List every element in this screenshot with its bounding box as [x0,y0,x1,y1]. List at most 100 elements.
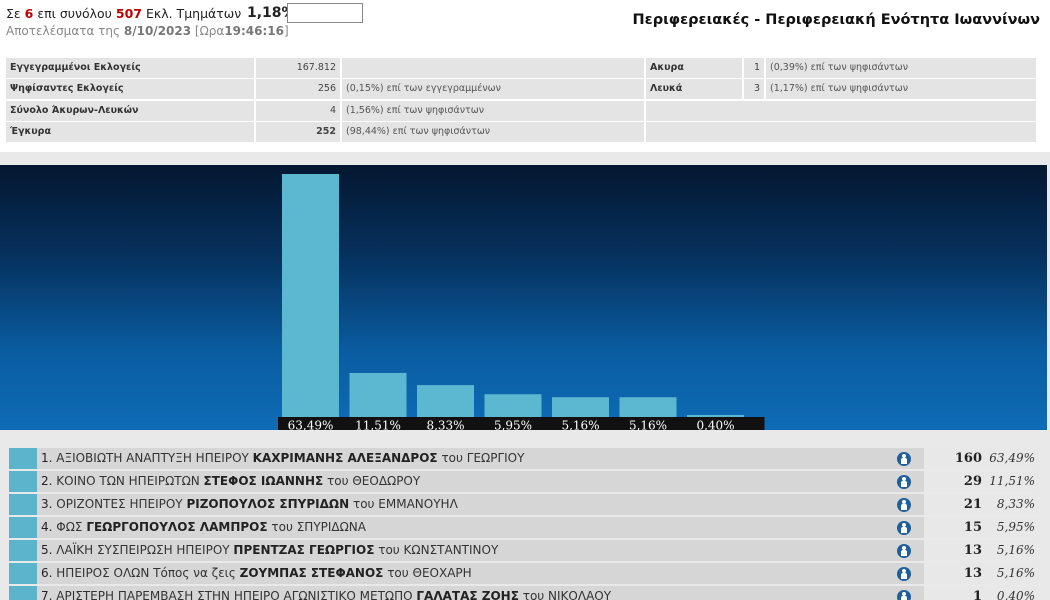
progress-prefix: Σε [6,6,21,21]
candidate-name: ΓΕΩΡΓΟΠΟΥΛΟΣ ΛΑΜΠΡΟΣ [86,520,268,534]
stats-note: (1,17%) επί των ψηφισάντων [766,79,1036,100]
stats-row: Εγγεγραμμένοι Εκλογείς 167.812 [6,58,644,78]
stats-row: Έγκυρα 252 (98,44%) επί των ψηφισάντων [6,121,644,142]
results-time-prefix: [Ωρα [194,24,225,38]
party-name: ΗΠΕΙΡΟΣ ΟΛΩΝ Τόπος να ζεις [56,566,236,580]
candidate-votes: 13 [924,563,986,584]
stats-note: (1,56%) επί των ψηφισάντων [342,100,644,121]
stats-table-right: Ακυρα 1 (0,39%) επί των ψηφισάντων Λευκά… [646,58,1036,143]
candidate-father: του ΓΕΩΡΓΙΟΥ [441,451,525,465]
person-icon[interactable] [897,451,911,466]
progress-line: Σε 6 επι συνόλου 507 Εκλ. Τμημάτων [6,6,241,21]
candidate-details-cell[interactable] [884,494,924,515]
party-name: ΛΑΪΚΗ ΣΥΣΠΕΙΡΩΣΗ ΗΠΕΙΡΟΥ [56,543,230,557]
candidate-details-cell[interactable] [884,517,924,538]
results-chart: 63,49% 11,51% 8,33% 5,95% 5,16% 5,16% 0,40% [0,165,1047,430]
candidate-name-cell[interactable]: 1. ΑΞΙΟΒΙΩΤΗ ΑΝΑΠΤΥΞΗ ΗΠΕΙΡΟΥ ΚΑΧΡΙΜΑΝΗΣ… [37,448,884,469]
candidate-name: ΣΤΕΦΟΣ ΙΩΑΝΝΗΣ [203,474,324,488]
chart-bar-5 [552,397,609,417]
candidate-votes: 29 [924,471,986,492]
candidate-details-cell[interactable] [884,586,924,600]
stats-row [646,121,1036,142]
party-color-swatch [9,586,37,600]
candidate-percent: 63,49% [986,448,1039,469]
candidate-name-cell[interactable]: 5. ΛΑΪΚΗ ΣΥΣΠΕΙΡΩΣΗ ΗΠΕΙΡΟΥ ΠΡΕΝΤΖΑΣ ΓΕΩ… [37,540,884,561]
stats-label: Ακυρα [646,58,742,78]
candidate-name-cell[interactable]: 2. ΚΟΙΝΟ ΤΩΝ ΗΠΕΙΡΩΤΩΝ ΣΤΕΦΟΣ ΙΩΑΝΝΗΣ το… [37,471,884,492]
candidate-row[interactable]: 3. ΟΡΙΖΟΝΤΕΣ ΗΠΕΙΡΟΥ ΡΙΖΟΠΟΥΛΟΣ ΣΠΥΡΙΔΩΝ… [9,494,1039,515]
candidate-details-cell[interactable] [884,563,924,584]
stats-value: 3 [744,79,764,100]
person-icon[interactable] [897,566,911,581]
candidate-name-cell[interactable]: 6. ΗΠΕΙΡΟΣ ΟΛΩΝ Τόπος να ζεις ΖΟΥΜΠΑΣ ΣΤ… [37,563,884,584]
candidate-percent: 5,16% [986,540,1039,561]
progress-box [287,3,363,23]
candidate-details-cell[interactable] [884,471,924,492]
candidate-rank: 1. [41,451,53,465]
candidate-father: του ΘΕΟΧΑΡΗ [387,566,472,580]
stats-row: Σύνολο Άκυρων-Λευκών 4 (1,56%) επί των ψ… [6,100,644,121]
stats-label: Εγγεγραμμένοι Εκλογείς [6,58,254,78]
results-date: 8/10/2023 [123,24,192,38]
party-name: ΦΩΣ [56,520,83,534]
stats-label: Έγκυρα [6,121,254,142]
results-time-suffix: ] [284,24,289,38]
stats-empty-cell [646,100,1036,121]
candidate-percent: 11,51% [986,471,1039,492]
candidate-row[interactable]: 6. ΗΠΕΙΡΟΣ ΟΛΩΝ Τόπος να ζεις ΖΟΥΜΠΑΣ ΣΤ… [9,563,1039,584]
chart-value-label: 5,95% [494,419,532,431]
chart-value-label: 63,49% [288,419,334,431]
candidate-name-cell[interactable]: 4. ΦΩΣ ΓΕΩΡΓΟΠΟΥΛΟΣ ΛΑΜΠΡΟΣ του ΣΠΥΡΙΔΩΝ… [37,517,884,538]
person-icon[interactable] [897,474,911,489]
candidate-name: ΖΟΥΜΠΑΣ ΣΤΕΦΑΝΟΣ [239,566,384,580]
candidate-name-cell[interactable]: 3. ΟΡΙΖΟΝΤΕΣ ΗΠΕΙΡΟΥ ΡΙΖΟΠΟΥΛΟΣ ΣΠΥΡΙΔΩΝ… [37,494,884,515]
stats-row: Λευκά 3 (1,17%) επί των ψηφισάντων [646,79,1036,100]
results-time: 19:46:16 [224,24,285,38]
stats-note: (0,15%) επί των εγγεγραμμένων [342,79,644,100]
party-name: ΑΞΙΟΒΙΩΤΗ ΑΝΑΠΤΥΞΗ ΗΠΕΙΡΟΥ [56,451,249,465]
person-icon[interactable] [897,589,911,600]
candidate-votes: 160 [924,448,986,469]
candidate-percent: 5,16% [986,563,1039,584]
stats-row [646,100,1036,121]
stats-note: (0,39%) επί των ψηφισάντων [766,58,1036,78]
candidate-rank: 3. [41,497,53,511]
results-timestamp: Αποτελέσματα της 8/10/2023 [Ωρα19:46:16] [6,24,289,38]
chart-value-label: 5,16% [629,419,667,431]
candidate-row[interactable]: 4. ΦΩΣ ΓΕΩΡΓΟΠΟΥΛΟΣ ΛΑΜΠΡΟΣ του ΣΠΥΡΙΔΩΝ… [9,517,1039,538]
candidate-details-cell[interactable] [884,540,924,561]
candidate-votes: 15 [924,517,986,538]
candidate-row[interactable]: 7. ΑΡΙΣΤΕΡΗ ΠΑΡΕΜΒΑΣΗ ΣΤΗΝ ΗΠΕΙΡΟ ΑΓΩΝΙΣ… [9,586,1039,600]
candidate-name: ΠΡΕΝΤΖΑΣ ΓΕΩΡΓΙΟΣ [233,543,375,557]
progress-suffix: Εκλ. Τμημάτων [145,6,242,21]
candidate-row[interactable]: 5. ΛΑΪΚΗ ΣΥΣΠΕΙΡΩΣΗ ΗΠΕΙΡΟΥ ΠΡΕΝΤΖΑΣ ΓΕΩ… [9,540,1039,561]
progress-total: 507 [115,6,142,21]
candidate-row[interactable]: 2. ΚΟΙΝΟ ΤΩΝ ΗΠΕΙΡΩΤΩΝ ΣΤΕΦΟΣ ΙΩΑΝΝΗΣ το… [9,471,1039,492]
person-icon[interactable] [897,497,911,512]
party-name: ΟΡΙΖΟΝΤΕΣ ΗΠΕΙΡΟΥ [56,497,183,511]
person-icon[interactable] [897,520,911,535]
candidate-percent: 8,33% [986,494,1039,515]
stats-label: Ψηφίσαντες Εκλογείς [6,79,254,100]
stats-label: Σύνολο Άκυρων-Λευκών [6,100,254,121]
chart-bar-4 [484,394,542,417]
party-name: ΑΡΙΣΤΕΡΗ ΠΑΡΕΜΒΑΣΗ ΣΤΗΝ ΗΠΕΙΡΟ ΑΓΩΝΙΣΤΙΚ… [56,589,413,600]
person-icon[interactable] [897,543,911,558]
candidate-votes: 1 [924,586,986,600]
candidate-votes: 13 [924,540,986,561]
party-color-swatch [9,494,37,515]
chart-bar-6 [619,397,677,417]
candidate-father: του ΣΠΥΡΙΔΩΝΑ [271,520,366,534]
candidate-row[interactable]: 1. ΑΞΙΟΒΙΩΤΗ ΑΝΑΠΤΥΞΗ ΗΠΕΙΡΟΥ ΚΑΧΡΙΜΑΝΗΣ… [9,448,1039,469]
chart-value-label: 0,40% [696,419,734,431]
stats-value: 256 [256,79,340,100]
stats-note [342,58,644,78]
candidate-name: ΡΙΖΟΠΟΥΛΟΣ ΣΠΥΡΙΔΩΝ [186,497,350,511]
stats-empty-cell [646,121,1036,142]
chart-value-label: 5,16% [561,419,599,431]
candidate-votes: 21 [924,494,986,515]
stats-table-left: Εγγεγραμμένοι Εκλογείς 167.812 Ψηφίσαντε… [6,58,644,143]
candidate-name-cell[interactable]: 7. ΑΡΙΣΤΕΡΗ ΠΑΡΕΜΒΑΣΗ ΣΤΗΝ ΗΠΕΙΡΟ ΑΓΩΝΙΣ… [37,586,884,600]
candidate-details-cell[interactable] [884,448,924,469]
chart-bar-7 [687,415,744,417]
